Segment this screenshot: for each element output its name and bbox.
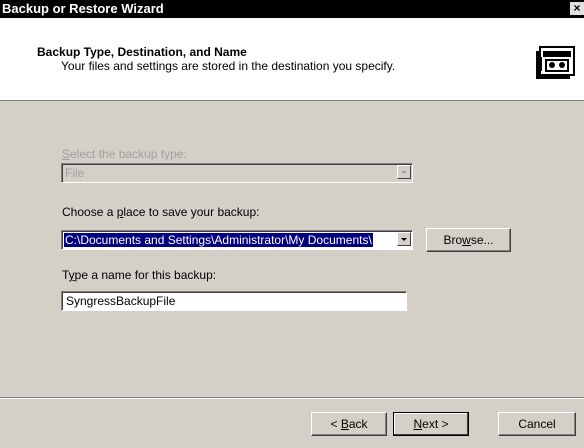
backup-type-select[interactable]: File <box>61 163 413 183</box>
back-button[interactable]: < Back <box>311 412 387 436</box>
backup-name-value: SyngressBackupFile <box>66 294 176 308</box>
close-button[interactable]: × <box>570 2 584 15</box>
backup-type-label: Select the backup type: <box>62 147 187 161</box>
title-bar: Backup or Restore Wizard × <box>0 0 584 18</box>
chevron-down-icon[interactable] <box>397 165 411 179</box>
wizard-body: Select the backup type: File Choose a pl… <box>0 101 584 448</box>
page-subtitle: Your files and settings are stored in th… <box>61 59 396 73</box>
wizard-header: Backup Type, Destination, and Name Your … <box>0 18 584 101</box>
destination-value: C:\Documents and Settings\Administrator\… <box>64 233 373 247</box>
chevron-down-icon[interactable] <box>397 232 411 246</box>
backup-name-input[interactable]: SyngressBackupFile <box>61 291 407 311</box>
destination-label: Choose a place to save your backup: <box>62 205 260 219</box>
footer-divider <box>0 397 584 399</box>
backup-type-value: File <box>65 166 85 180</box>
browse-button[interactable]: Browse... <box>426 228 511 252</box>
destination-select[interactable]: C:\Documents and Settings\Administrator\… <box>61 230 413 250</box>
backup-name-label: Type a name for this backup: <box>62 268 217 282</box>
backup-tape-icon <box>536 46 575 79</box>
next-button[interactable]: Next > <box>393 412 469 436</box>
cancel-button[interactable]: Cancel <box>498 412 576 436</box>
page-title: Backup Type, Destination, and Name <box>37 45 247 59</box>
window-title: Backup or Restore Wizard <box>2 1 164 16</box>
